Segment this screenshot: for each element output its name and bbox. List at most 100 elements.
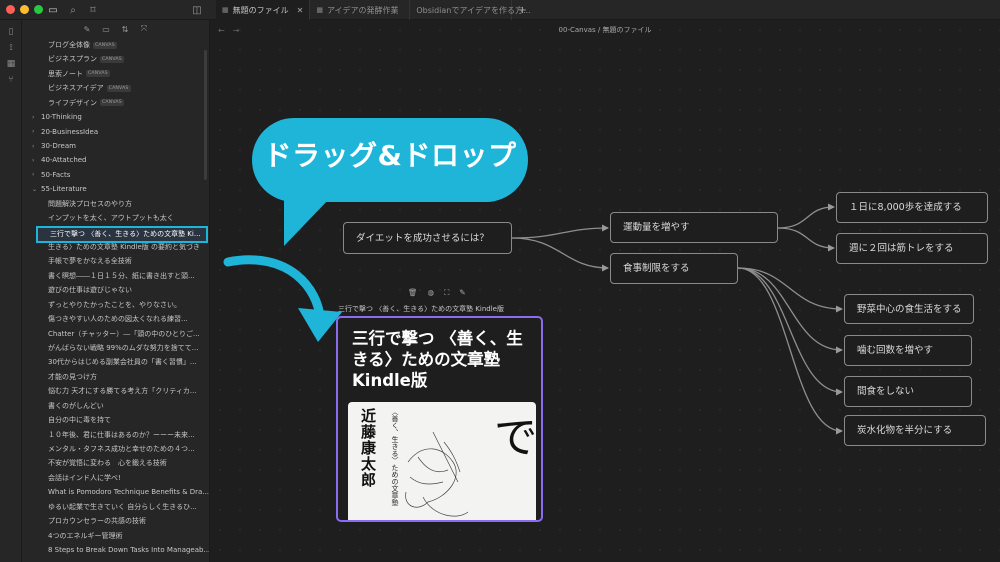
branch-icon[interactable]: ⑂: [5, 74, 17, 86]
file-item[interactable]: 手帳で夢をかなえる全技術: [48, 254, 132, 268]
delete-icon[interactable]: 🗑: [408, 288, 418, 298]
file-card[interactable]: 三行で撃つ 〈善く、生きる〉ための文章塾 Kindle版 近藤康太郎 〈善く、生…: [336, 316, 543, 522]
tab-bar: ▦ 無題のファイル ✕ ▦ アイデアの発酵作業 Obsidianでアイデアを作る…: [216, 0, 533, 20]
file-item[interactable]: １０年後、君に仕事はあるのか？ーーー未来...: [48, 428, 195, 442]
file-item[interactable]: ゆるい起業で生きていく 自分らしく生きるひ...: [48, 500, 197, 514]
tree-item-label: メンタル・タフネス成功と幸せのための４つ...: [48, 445, 195, 454]
file-item[interactable]: 8 Steps to Break Down Tasks Into Managea…: [48, 543, 210, 557]
tab-untitled-file[interactable]: ▦ 無題のファイル ✕: [216, 0, 311, 20]
file-item[interactable]: インプットを太く、アウトプットも太く: [48, 211, 174, 225]
node-exercise[interactable]: 運動量を増やす: [610, 212, 778, 243]
new-tab-button[interactable]: +: [512, 0, 532, 20]
folder-item[interactable]: ⌄ 55-Literature: [32, 182, 87, 196]
file-item[interactable]: 才能の見つけ方: [48, 370, 97, 384]
canvas-view[interactable]: ← → 00-Canvas / 無題のファイル: [210, 20, 1000, 562]
book-cover-image: 近藤康太郎 〈善く、生きる〉ための文章塾 三行で: [348, 402, 536, 520]
sidebar-toggle-icon[interactable]: ◫: [190, 3, 204, 17]
file-item[interactable]: 思索ノート CANVAS: [48, 67, 110, 81]
folder-item[interactable]: › 30-Dream: [32, 139, 76, 153]
close-tab-icon[interactable]: ✕: [297, 6, 304, 15]
file-item[interactable]: がんばらない戦略 99%のムダな努力を捨てて...: [48, 341, 198, 355]
tree-item-label: インプットを太く、アウトプットも太く: [48, 214, 174, 223]
file-item[interactable]: 問題解決プロセスのやり方: [48, 197, 132, 211]
file-item[interactable]: 4つのエネルギー管理術: [48, 529, 122, 543]
file-item[interactable]: 傷つきやすい人のための図太くなれる練習...: [48, 312, 188, 326]
file-item[interactable]: ずっとやりたかったことを、やりなさい。: [48, 298, 181, 312]
tree-item-label: 30代からはじめる副業会社員の「書く習慣」...: [48, 358, 197, 367]
file-item[interactable]: ブログ全体像 CANVAS: [48, 38, 117, 52]
node-carbs[interactable]: 炭水化物を半分にする: [844, 415, 986, 446]
chevron-right-icon[interactable]: ›: [32, 143, 38, 150]
file-item[interactable]: メンタル・タフネス成功と幸せのための４つ...: [48, 442, 195, 456]
tree-item-label: 10-Thinking: [41, 113, 82, 122]
file-icon[interactable]: ▯: [5, 26, 17, 38]
sidebar-scrollbar[interactable]: [204, 50, 207, 180]
folder-item[interactable]: › 20-BusinessIdea: [32, 125, 98, 139]
folder-item[interactable]: › 50-Facts: [32, 168, 70, 182]
bookmark-icon[interactable]: ⌑: [86, 3, 100, 17]
color-icon[interactable]: ◍: [428, 288, 435, 298]
node-chew[interactable]: 噛む回数を増やす: [844, 335, 972, 366]
file-item[interactable]: 会話はインド人に学べ!: [48, 471, 121, 485]
file-item[interactable]: What is Pomodoro Technique Benefits & Dr…: [48, 485, 209, 499]
file-item[interactable]: プロカウンセラーの共感の技術: [48, 514, 146, 528]
graph-icon[interactable]: ⟟: [5, 42, 17, 54]
tree-item-label: 書くのがしんどい: [48, 401, 104, 410]
new-folder-icon[interactable]: ▭: [101, 24, 111, 34]
file-item[interactable]: Chatter（チャッター）―「頭の中のひとりご...: [48, 327, 200, 341]
chevron-down-icon[interactable]: ⌄: [32, 186, 38, 193]
file-item[interactable]: 書く瞑想――１日１５分、紙に書き出すと頭...: [48, 269, 195, 283]
file-card-heading: 三行で撃つ 〈善く、生きる〉ための文章塾 Kindle版: [352, 329, 523, 390]
callout-text: ドラッグ&ドロップ: [263, 139, 517, 172]
canvas-icon: ▦: [316, 6, 323, 14]
tab-obsidian-ideas[interactable]: Obsidianでアイデアを作る方...: [410, 0, 531, 20]
file-item[interactable]: 不安が覚悟に変わる 心を鍛える技術: [48, 456, 167, 470]
file-item[interactable]: 自分の中に毒を持て: [48, 413, 111, 427]
folder-icon[interactable]: ▭: [46, 3, 60, 17]
close-window-button[interactable]: [6, 5, 15, 14]
tree-item-label: １０年後、君に仕事はあるのか？ーーー未来...: [48, 430, 195, 439]
tree-item-label: 遊びの仕事は遊びじゃない: [48, 286, 132, 295]
search-icon[interactable]: ⌕: [66, 3, 80, 17]
maximize-window-button[interactable]: [34, 5, 43, 14]
edit-icon[interactable]: ✎: [459, 288, 465, 298]
file-item[interactable]: 生きる〉ための文章塾 Kindle版 の要約と気づき: [48, 240, 200, 254]
node-label: １日に8,000歩を達成する: [849, 202, 962, 213]
file-item[interactable]: 遊びの仕事は遊びじゃない: [48, 283, 132, 297]
node-veg[interactable]: 野菜中心の食生活をする: [844, 294, 974, 324]
card-toolbar: 🗑 ◍ ⛶ ✎: [408, 288, 466, 298]
node-diet[interactable]: 食事制限をする: [610, 253, 738, 284]
file-item[interactable]: 悩む力 天才にする勝てる考え方「クリティカ...: [48, 384, 197, 398]
tree-item-label: 三行で撃つ 〈善く、生きる〉ための文章塾 Ki...: [50, 230, 201, 239]
canvas-badge: CANVAS: [100, 55, 124, 63]
file-item[interactable]: ライフデザイン CANVAS: [48, 96, 124, 110]
node-snack[interactable]: 間食をしない: [844, 376, 972, 407]
file-item[interactable]: 30代からはじめる副業会社員の「書く習慣」...: [48, 355, 197, 369]
tree-item-label: 50-Facts: [41, 170, 71, 179]
file-item[interactable]: ビジネスアイデア CANVAS: [48, 81, 131, 95]
file-item[interactable]: 書くのがしんどい: [48, 399, 104, 413]
zoom-icon[interactable]: ⛶: [444, 288, 449, 298]
tree-item-label: 8 Steps to Break Down Tasks Into Managea…: [48, 546, 210, 555]
folder-item[interactable]: › 40-Attatched: [32, 153, 87, 167]
tab-idea-fermentation[interactable]: ▦ アイデアの発酵作業: [310, 0, 411, 20]
node-steps[interactable]: １日に8,000歩を達成する: [836, 192, 988, 223]
node-label: 食事制限をする: [623, 263, 690, 274]
chevron-right-icon[interactable]: ›: [32, 114, 38, 121]
new-note-icon[interactable]: ✎: [82, 24, 92, 34]
collapse-all-icon[interactable]: ⤧: [139, 24, 149, 34]
sort-icon[interactable]: ⇅: [120, 24, 130, 34]
node-training[interactable]: 週に２回は筋トレをする: [836, 233, 988, 264]
book-title: 三行で: [486, 414, 536, 502]
chevron-right-icon[interactable]: ›: [32, 171, 38, 178]
node-label: 間食をしない: [857, 386, 915, 397]
minimize-window-button[interactable]: [20, 5, 29, 14]
chevron-right-icon[interactable]: ›: [32, 128, 38, 135]
folder-item[interactable]: › 10-Thinking: [32, 110, 82, 124]
file-item[interactable]: ビジネスプラン CANVAS: [48, 52, 124, 66]
tree-item-label: 自分の中に毒を持て: [48, 416, 111, 425]
tree-item-label: ビジネスアイデア: [48, 84, 104, 93]
chevron-right-icon[interactable]: ›: [32, 157, 38, 164]
node-root[interactable]: ダイエットを成功させるには？: [343, 222, 512, 254]
grid-icon[interactable]: ▦: [5, 58, 17, 70]
